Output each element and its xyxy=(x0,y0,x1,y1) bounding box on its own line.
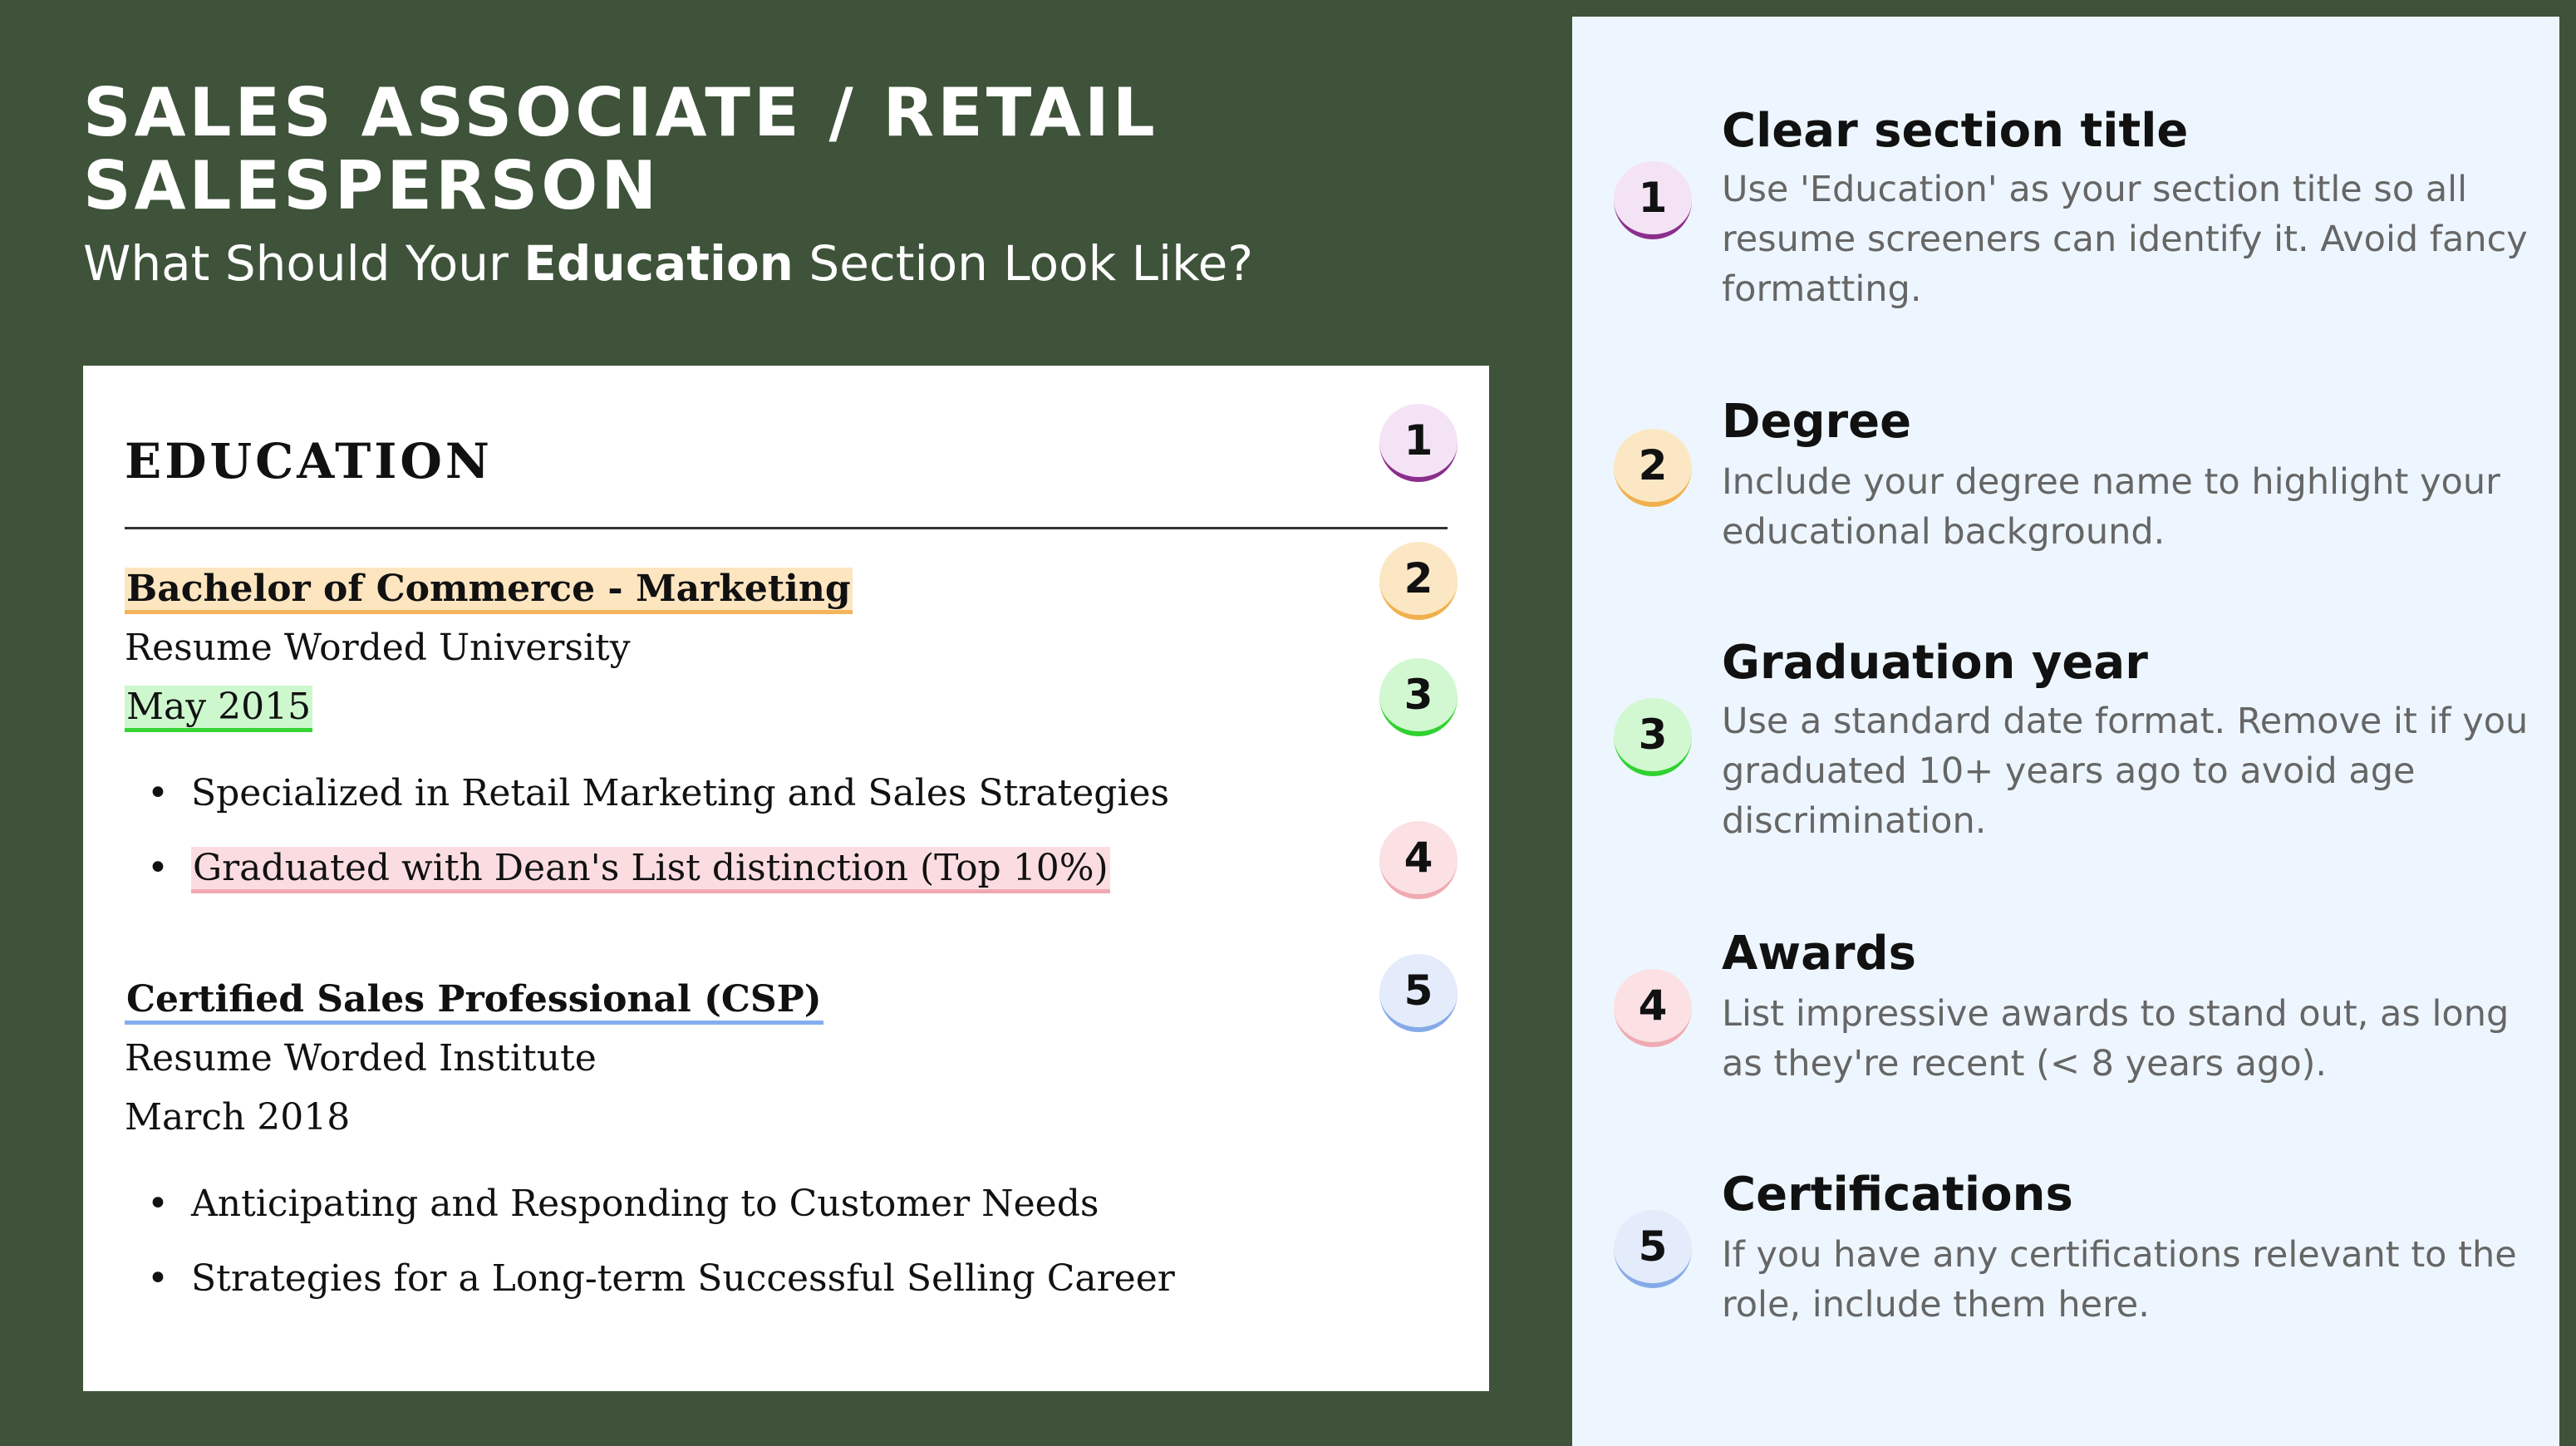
bullet-mark: • xyxy=(147,847,169,889)
degree-highlight: Bachelor of Commerce - Marketing xyxy=(125,568,853,614)
entry-1-school: Resume Worded University xyxy=(125,627,631,669)
section-divider xyxy=(125,527,1448,529)
callout-badge-1: 1 xyxy=(1379,404,1458,482)
bullet-mark: • xyxy=(147,1257,169,1300)
tip-description-3: Use a standard date format. Remove it if… xyxy=(1722,701,2529,842)
entry-1-bullet-1: • Specialized in Retail Marketing and Sal… xyxy=(125,770,1169,818)
education-section-title: EDUCATION xyxy=(125,433,493,489)
tip-title-5: Certifications xyxy=(1722,1168,2073,1222)
date-highlight: May 2015 xyxy=(125,686,313,732)
tip-badge-3: 3 xyxy=(1614,698,1692,776)
subtitle-emphasis: Education xyxy=(524,235,794,292)
certification-highlight: Certified Sales Professional (CSP) xyxy=(125,978,823,1025)
resume-education-card: EDUCATION 1 Bachelor of Commerce - Marke… xyxy=(83,366,1489,1391)
subtitle-suffix: Section Look Like? xyxy=(793,235,1254,292)
tips-panel: 1 Clear section title Use 'Education' as… xyxy=(1572,17,2559,1446)
callout-badge-4: 4 xyxy=(1379,821,1458,899)
tip-title-2: Degree xyxy=(1722,395,1912,449)
award-highlight: Graduated with Dean's List distinction (… xyxy=(191,847,1110,893)
tip-badge-1: 1 xyxy=(1614,161,1692,239)
callout-badge-2: 2 xyxy=(1379,542,1458,620)
tip-description-2: Include your degree name to highlight yo… xyxy=(1722,461,2500,553)
tip-description-1: Use 'Education' as your section title so… xyxy=(1722,169,2528,310)
callout-badge-5: 5 xyxy=(1379,954,1458,1032)
entry-1-date: May 2015 xyxy=(125,683,313,732)
entry-2-degree: Certified Sales Professional (CSP) xyxy=(125,976,823,1025)
tip-description-5: If you have any certifications relevant … xyxy=(1722,1234,2517,1326)
tip-title-3: Graduation year xyxy=(1722,636,2148,690)
bullet-text: Strategies for a Long-term Successful Se… xyxy=(191,1257,1175,1300)
tip-title-1: Clear section title xyxy=(1722,104,2189,158)
entry-2-bullet-2: • Strategies for a Long-term Successful S… xyxy=(125,1255,1175,1303)
page-subtitle: What Should Your Education Section Look … xyxy=(83,234,1253,293)
bullet-mark: • xyxy=(147,772,169,814)
subtitle-prefix: What Should Your xyxy=(83,235,524,292)
entry-1-bullet-2: • Graduated with Dean's List distinction … xyxy=(125,844,1110,893)
tip-badge-2: 2 xyxy=(1614,429,1692,507)
bullet-mark: • xyxy=(147,1183,169,1225)
bullet-text: Anticipating and Responding to Customer … xyxy=(191,1183,1099,1225)
tip-title-4: Awards xyxy=(1722,927,1916,981)
bullet-text: Specialized in Retail Marketing and Sale… xyxy=(191,772,1170,814)
callout-badge-3: 3 xyxy=(1379,658,1458,736)
entry-2-date: March 2018 xyxy=(125,1096,351,1139)
entry-2-bullet-1: • Anticipating and Responding to Customer… xyxy=(125,1180,1099,1228)
tip-badge-5: 5 xyxy=(1614,1210,1692,1288)
tip-badge-4: 4 xyxy=(1614,969,1692,1047)
tip-description-4: List impressive awards to stand out, as … xyxy=(1722,993,2510,1084)
entry-1-degree: Bachelor of Commerce - Marketing xyxy=(125,565,853,614)
page-title: SALES ASSOCIATE / RETAIL SALESPERSON xyxy=(83,74,1158,224)
entry-2-school: Resume Worded Institute xyxy=(125,1037,597,1080)
